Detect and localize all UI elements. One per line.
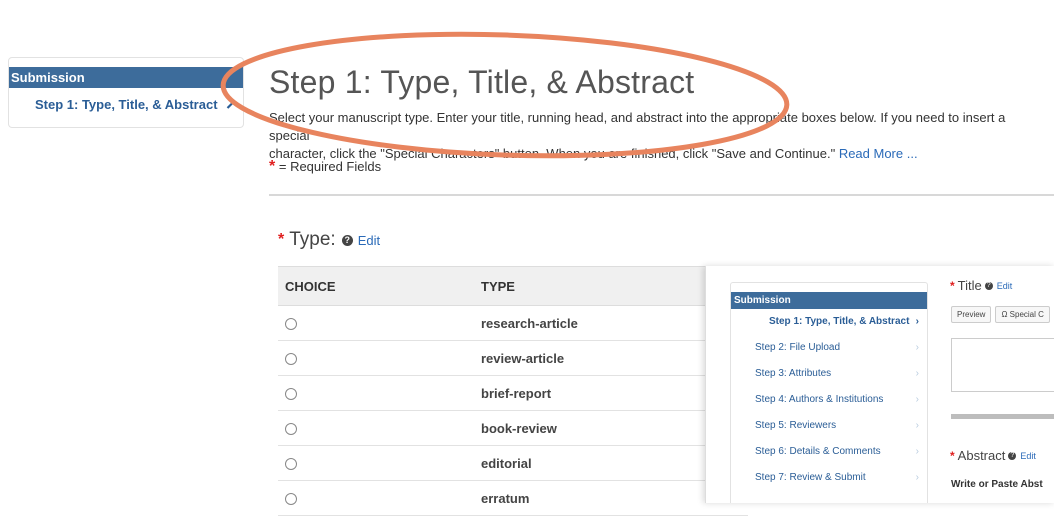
mini-nav-header: Submission bbox=[731, 292, 927, 309]
mini-nav-step-2[interactable]: Step 2: File Upload › bbox=[731, 335, 927, 361]
inset-screenshot-panel: Submission Step 1: Type, Title, & Abstra… bbox=[705, 266, 1054, 503]
nav-item-step-1[interactable]: Step 1: Type, Title, & Abstract bbox=[9, 97, 243, 112]
write-paste-abstract-label: Write or Paste Abst bbox=[951, 479, 1043, 490]
chevron-right-icon: › bbox=[915, 368, 919, 379]
mini-nav-label: Step 3: Attributes bbox=[755, 368, 832, 379]
required-star-icon: * bbox=[950, 448, 955, 463]
radio-button[interactable] bbox=[285, 423, 297, 436]
help-icon[interactable]: ? bbox=[984, 281, 993, 290]
type-heading: * Type: ? Edit bbox=[278, 229, 380, 251]
radio-button[interactable] bbox=[285, 493, 297, 506]
nav-item-label: Step 1: Type, Title, & Abstract bbox=[35, 97, 218, 112]
mini-abstract-heading: * Abstract ? Edit bbox=[950, 448, 1036, 463]
mini-nav-label: Step 2: File Upload bbox=[755, 342, 841, 353]
mini-abstract-edit-link[interactable]: Edit bbox=[1020, 451, 1036, 461]
intro-text: Select your manuscript type. Enter your … bbox=[269, 109, 1049, 163]
mini-nav-label: Step 7: Review & Submit bbox=[755, 472, 866, 483]
chevron-right-icon: › bbox=[915, 316, 919, 327]
mini-nav-label: Step 5: Reviewers bbox=[755, 420, 837, 431]
type-edit-link[interactable]: Edit bbox=[358, 233, 380, 248]
mini-nav-step-3[interactable]: Step 3: Attributes › bbox=[731, 361, 927, 387]
chevron-right-icon: › bbox=[915, 342, 919, 353]
left-nav-panel: Submission Step 1: Type, Title, & Abstra… bbox=[8, 57, 244, 128]
help-icon[interactable]: ? bbox=[341, 234, 353, 246]
radio-button[interactable] bbox=[285, 353, 297, 366]
table-header-row: CHOICE TYPE bbox=[278, 266, 748, 306]
chevron-right-icon: › bbox=[915, 472, 919, 483]
mini-nav-step-6[interactable]: Step 6: Details & Comments › bbox=[731, 439, 927, 465]
page-title: Step 1: Type, Title, & Abstract bbox=[269, 64, 695, 100]
mini-abstract-label: Abstract bbox=[957, 448, 1006, 463]
radio-button[interactable] bbox=[285, 388, 297, 401]
mini-nav-step-4[interactable]: Step 4: Authors & Institutions › bbox=[731, 387, 927, 413]
mini-title-edit-link[interactable]: Edit bbox=[997, 281, 1013, 291]
mini-title-label: Title bbox=[957, 278, 982, 293]
table-row[interactable]: brief-report bbox=[278, 375, 748, 411]
read-more-link[interactable]: Read More ... bbox=[839, 146, 918, 161]
preview-button[interactable]: Preview bbox=[951, 306, 992, 323]
column-header-choice: CHOICE bbox=[278, 266, 480, 306]
required-fields-label: = Required Fields bbox=[278, 159, 382, 174]
help-icon[interactable]: ? bbox=[1008, 451, 1017, 460]
table-row[interactable]: book-review bbox=[278, 410, 748, 446]
chevron-right-icon: › bbox=[915, 394, 919, 405]
mini-nav-panel: Submission Step 1: Type, Title, & Abstra… bbox=[730, 282, 928, 503]
title-input[interactable] bbox=[951, 338, 1054, 392]
intro-line-1: Select your manuscript type. Enter your … bbox=[269, 110, 1006, 143]
required-star-icon: * bbox=[950, 278, 955, 293]
required-star-icon: * bbox=[278, 231, 285, 248]
mini-nav-step-7[interactable]: Step 7: Review & Submit › bbox=[731, 465, 927, 491]
table-row[interactable]: editorial bbox=[278, 445, 748, 481]
chevron-right-icon: › bbox=[915, 420, 919, 431]
radio-button[interactable] bbox=[285, 318, 297, 331]
table-row[interactable]: erratum bbox=[278, 480, 748, 516]
required-star-icon: * bbox=[269, 158, 276, 175]
mini-nav-label: Step 4: Authors & Institutions bbox=[755, 394, 884, 405]
radio-button[interactable] bbox=[285, 458, 297, 471]
special-characters-button[interactable]: Ω Special C bbox=[995, 306, 1050, 323]
divider bbox=[269, 194, 1054, 196]
mini-toolbar: Preview Ω Special C bbox=[951, 306, 1050, 323]
chevron-right-icon bbox=[226, 97, 234, 112]
type-choice-table: CHOICE TYPE research-article review-arti… bbox=[278, 266, 748, 516]
mini-nav-label: Step 6: Details & Comments bbox=[755, 446, 881, 457]
nav-header: Submission bbox=[9, 67, 243, 88]
mini-nav-step-5[interactable]: Step 5: Reviewers › bbox=[731, 413, 927, 439]
required-fields-note: * = Required Fields bbox=[269, 158, 381, 176]
type-heading-label: Type: bbox=[289, 229, 336, 250]
resize-bar[interactable] bbox=[951, 414, 1054, 419]
chevron-right-icon: › bbox=[915, 446, 919, 457]
table-row[interactable]: review-article bbox=[278, 340, 748, 376]
mini-title-heading: * Title ? Edit bbox=[950, 278, 1012, 293]
table-row[interactable]: research-article bbox=[278, 305, 748, 341]
mini-nav-step-1[interactable]: Step 1: Type, Title, & Abstract › bbox=[731, 309, 927, 335]
mini-nav-label: Step 1: Type, Title, & Abstract bbox=[769, 316, 910, 327]
